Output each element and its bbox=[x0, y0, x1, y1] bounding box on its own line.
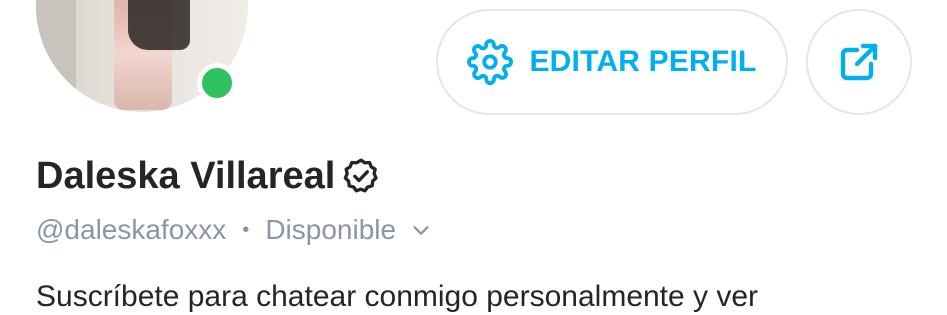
verified-badge-icon bbox=[341, 156, 381, 196]
chevron-down-icon[interactable] bbox=[410, 219, 432, 241]
availability-status[interactable]: Disponible bbox=[265, 214, 396, 246]
display-name: Daleska Villareal bbox=[36, 154, 336, 197]
profile-subtitle-row: @daleskafoxxx • Disponible bbox=[36, 210, 432, 250]
edit-profile-label: EDITAR PERFIL bbox=[529, 45, 757, 78]
profile-name-row: Daleska Villareal bbox=[36, 152, 381, 200]
online-status-dot bbox=[197, 63, 237, 103]
avatar-hair bbox=[128, 0, 190, 50]
avatar-background bbox=[36, 0, 76, 112]
share-icon bbox=[840, 43, 878, 81]
profile-bio: Suscríbete para chatear conmigo personal… bbox=[36, 280, 759, 313]
edit-profile-button[interactable]: EDITAR PERFIL bbox=[436, 9, 788, 115]
username: @daleskafoxxx bbox=[36, 214, 227, 245]
gear-icon bbox=[467, 39, 514, 85]
separator-dot: • bbox=[242, 218, 250, 241]
share-button[interactable] bbox=[806, 9, 912, 115]
